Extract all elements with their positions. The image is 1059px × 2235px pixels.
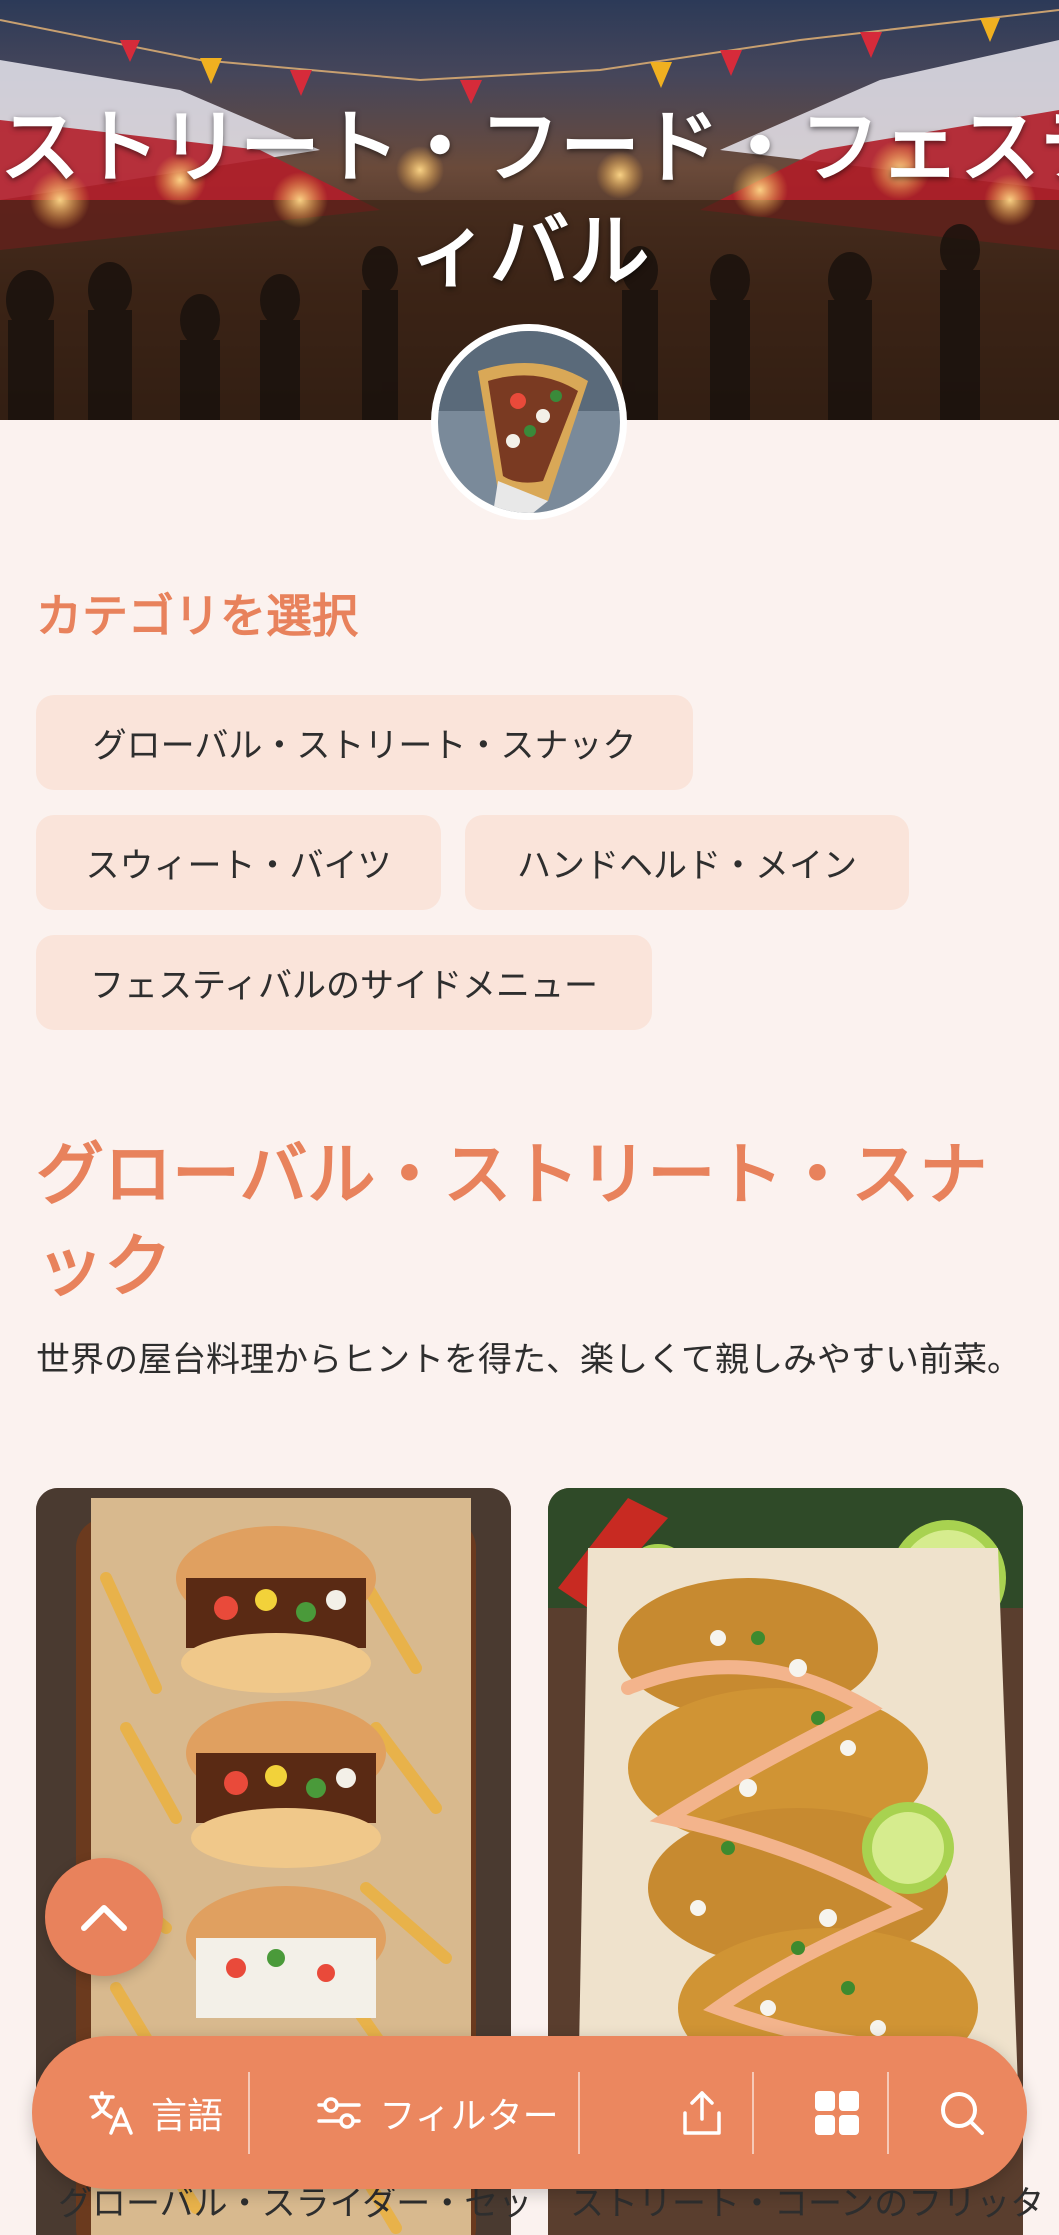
search-button[interactable] <box>892 2036 1032 2189</box>
search-icon <box>941 2091 984 2135</box>
category-heading: カテゴリを選択 <box>36 589 358 643</box>
toolbar-divider <box>887 2072 889 2154</box>
category-chip-label: ハンドヘルド・メイン <box>517 846 857 886</box>
share-button[interactable] <box>632 2036 772 2189</box>
category-chip-festival-sides[interactable]: フェスティバルのサイドメニュー <box>36 935 652 1030</box>
category-chip-handheld-mains[interactable]: ハンドヘルド・メイン <box>465 815 909 910</box>
avatar <box>431 324 627 520</box>
page-title-line2: ィバル <box>409 205 650 298</box>
chevron-up-icon <box>81 1905 127 1931</box>
filter-button-label: フィルター <box>379 2095 559 2137</box>
scroll-to-top-button[interactable] <box>45 1858 163 1976</box>
language-button-label: 言語 <box>150 2095 223 2137</box>
bottom-toolbar: 言語 フィルター <box>32 2036 1027 2189</box>
section-description: 世界の屋台料理からヒントを得た、楽しくて親しみやすい前菜。 <box>36 1340 1021 1380</box>
filter-button[interactable]: フィルター <box>292 2036 582 2189</box>
taco-avatar-image <box>438 331 620 513</box>
grid-icon <box>815 2090 859 2135</box>
page-title: ストリート・フード・フェステ ィバル <box>0 96 1059 304</box>
grid-view-button[interactable] <box>767 2036 907 2189</box>
category-chip-label: フェスティバルのサイドメニュー <box>90 966 598 1006</box>
category-chip-label: スウィート・バイツ <box>85 846 392 886</box>
language-button[interactable]: 言語 <box>70 2036 240 2189</box>
category-chip-global-street-snacks[interactable]: グローバル・ストリート・スナック <box>36 695 693 790</box>
toolbar-divider <box>248 2072 250 2154</box>
category-chip-sweet-bites[interactable]: スウィート・バイツ <box>36 815 441 910</box>
toolbar-divider <box>752 2072 754 2154</box>
translate-icon <box>89 2090 133 2135</box>
sliders-icon <box>317 2096 362 2129</box>
page-title-line1: ストリート・フード・フェステ <box>0 101 1059 194</box>
toolbar-divider <box>578 2072 580 2154</box>
share-icon <box>683 2090 721 2135</box>
section-title: グローバル・ストリート・スナック <box>36 1136 988 1307</box>
category-chip-label: グローバル・ストリート・スナック <box>92 726 637 766</box>
